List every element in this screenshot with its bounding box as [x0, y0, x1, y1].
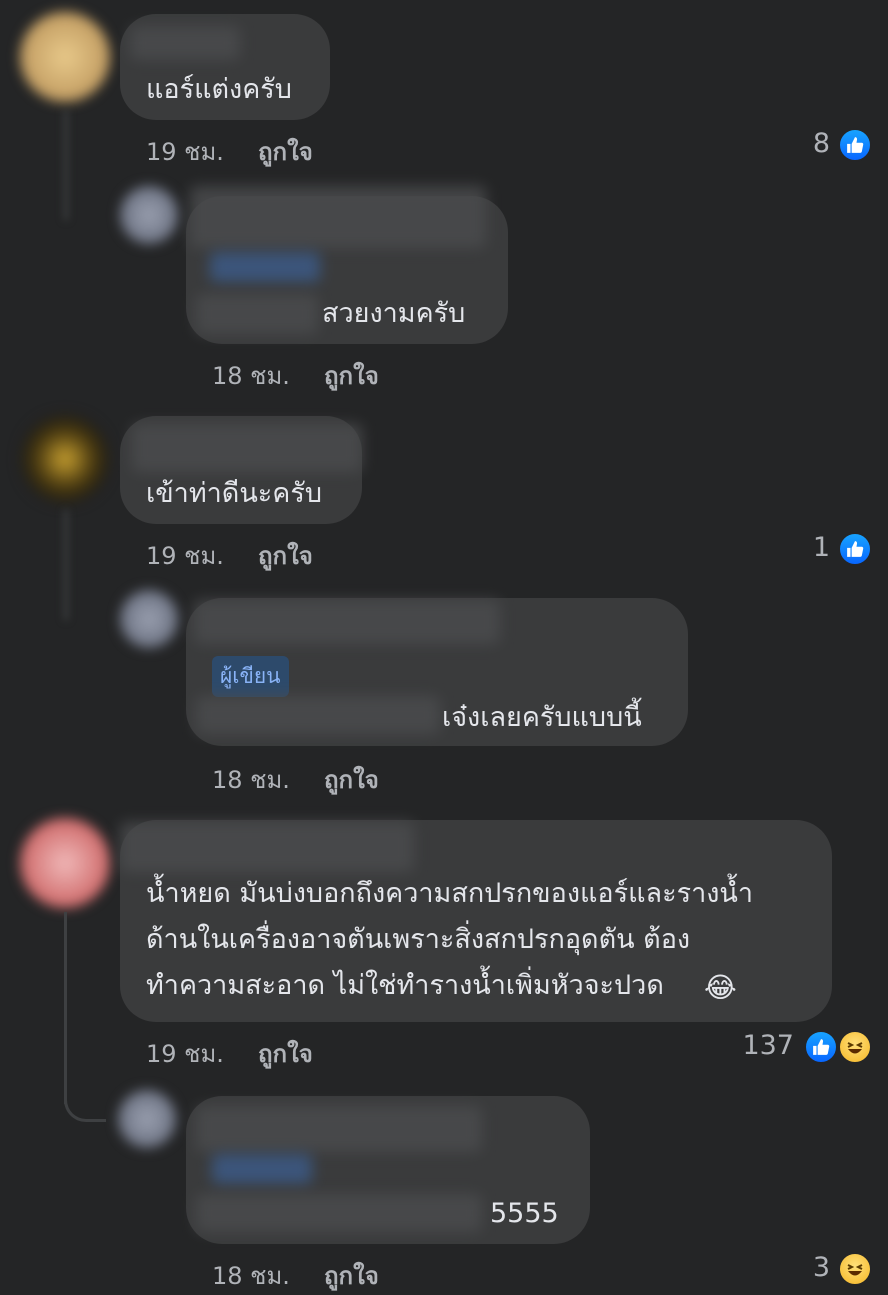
comment-time[interactable]: 19 ชม. [146, 536, 224, 575]
like-button[interactable]: ถูกใจ [324, 356, 379, 395]
reply-tag [210, 252, 320, 282]
comment-text-line: ด้านในเครื่องอาจตันเพราะสิ่งสกปรกอุดตัน … [146, 924, 691, 955]
commenter-name[interactable] [120, 822, 414, 872]
comment-text-line: ทำความสะอาด ไม่ใช่ทำรางน้ำเพิ่มหัวจะปวด [146, 970, 664, 1001]
reply-tag [212, 1154, 312, 1184]
thread-connector [64, 912, 67, 1104]
like-button[interactable]: ถูกใจ [324, 1256, 379, 1295]
like-icon[interactable] [838, 532, 872, 566]
haha-icon[interactable] [838, 1252, 872, 1286]
reply-name[interactable] [190, 186, 486, 248]
comment-time[interactable]: 19 ชม. [146, 1034, 224, 1073]
like-button[interactable]: ถูกใจ [258, 536, 313, 575]
commenter-avatar[interactable] [20, 414, 110, 504]
reply-time[interactable]: 18 ชม. [212, 356, 290, 395]
comment-text: เข้าท่าดีนะครับ [146, 478, 323, 509]
reply-avatar[interactable] [118, 1090, 176, 1148]
reply-mention[interactable] [196, 1194, 482, 1232]
like-button[interactable]: ถูกใจ [258, 1034, 313, 1073]
laughing-emoji: 😂 [704, 971, 737, 1004]
reaction-count[interactable]: 1 [813, 532, 830, 563]
thread-line [64, 510, 68, 620]
thread-connector-curve [64, 1082, 106, 1122]
thread-line [64, 110, 68, 220]
commenter-name[interactable] [132, 424, 362, 472]
like-button[interactable]: ถูกใจ [258, 132, 313, 171]
reply-text: สวยงามครับ [322, 298, 466, 329]
author-badge: ผู้เขียน [212, 656, 289, 697]
reply-time[interactable]: 18 ชม. [212, 1256, 290, 1295]
comment-time[interactable]: 19 ชม. [146, 132, 224, 171]
reply-text: เจ๋งเลยครับแบบนี้ [442, 702, 642, 733]
comment-text-line: น้ำหยด มันบ่งบอกถึงความสกปรกของแอร์และรา… [146, 878, 754, 909]
reply-name[interactable] [196, 1106, 482, 1152]
reaction-count[interactable]: 137 [742, 1030, 794, 1061]
reply-avatar[interactable] [120, 186, 178, 244]
reaction-count[interactable]: 8 [813, 128, 830, 159]
like-icon[interactable] [804, 1030, 838, 1064]
like-button[interactable]: ถูกใจ [324, 760, 379, 799]
commenter-avatar[interactable] [20, 818, 110, 908]
like-icon[interactable] [838, 128, 872, 162]
reply-text: 5555 [490, 1198, 559, 1229]
reply-mention[interactable] [196, 696, 440, 734]
reply-mention[interactable] [196, 294, 318, 334]
reply-time[interactable]: 18 ชม. [212, 760, 290, 799]
commenter-name[interactable] [130, 26, 240, 60]
haha-icon[interactable] [838, 1030, 872, 1064]
reaction-count[interactable]: 3 [813, 1252, 830, 1283]
commenter-avatar[interactable] [20, 12, 110, 102]
comment-text: แอร์แต่งครับ [146, 74, 292, 105]
reply-name[interactable] [194, 600, 500, 644]
reply-avatar[interactable] [120, 590, 178, 648]
